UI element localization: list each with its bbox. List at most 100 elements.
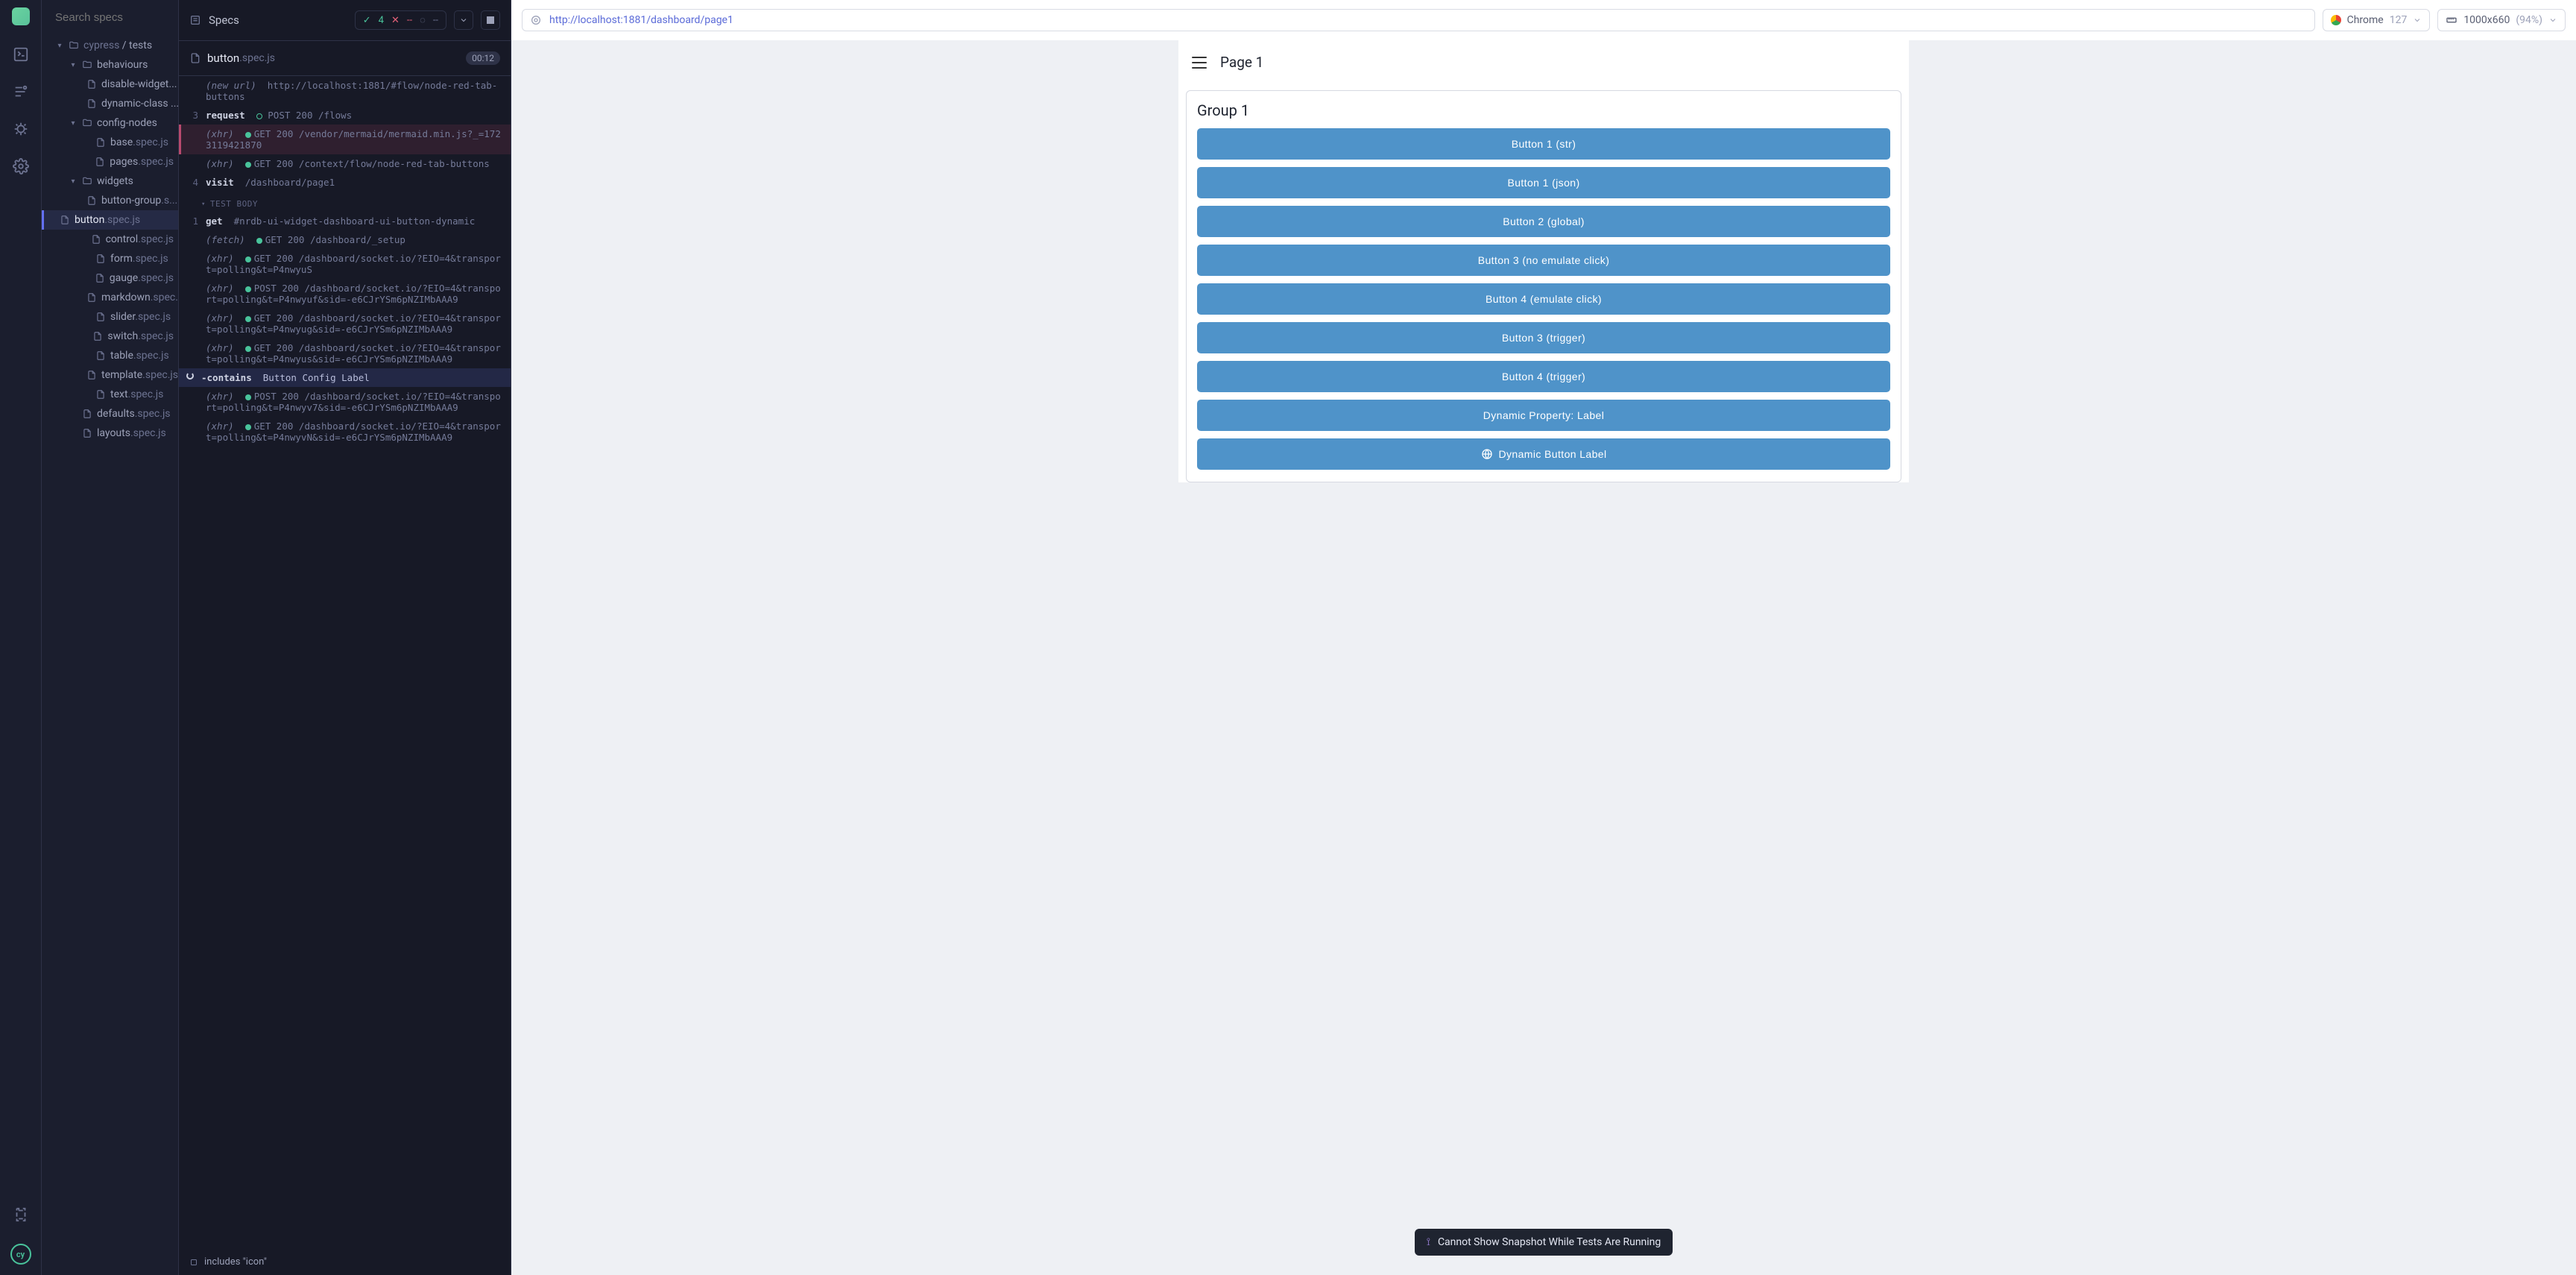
- tree-file[interactable]: gauge.spec.js: [42, 268, 178, 288]
- tree-root[interactable]: ▾ cypress / tests: [42, 36, 178, 55]
- spec-title-row[interactable]: button.spec.js 00:12: [179, 41, 511, 76]
- group-card: Group 1 Button 1 (str) Button 1 (json) But…: [1186, 90, 1901, 482]
- chevron-down-icon[interactable]: [454, 10, 473, 30]
- next-test-row[interactable]: includes "icon": [179, 1249, 511, 1275]
- tree-file[interactable]: template.spec.js: [42, 365, 178, 385]
- tree-file[interactable]: markdown.spec....: [42, 288, 178, 307]
- tree-file[interactable]: base.spec.js: [42, 133, 178, 152]
- dashboard-button[interactable]: Button 3 (no emulate click): [1197, 245, 1890, 276]
- check-icon: ✓: [363, 15, 371, 26]
- tree-file[interactable]: control.spec.js: [42, 230, 178, 249]
- log-row[interactable]: (xhr) POST 200 /dashboard/socket.io/?EIO…: [179, 387, 511, 417]
- tree-file[interactable]: text.spec.js: [42, 385, 178, 404]
- tree-file[interactable]: switch.spec.js: [42, 327, 178, 346]
- square-icon: [189, 1258, 198, 1267]
- tree-file[interactable]: defaults.spec.js: [42, 404, 178, 424]
- target-icon: [530, 14, 542, 26]
- app-frame: Page 1 Group 1 Button 1 (str) Button 1 (j…: [1178, 40, 1909, 482]
- log-row[interactable]: (xhr) GET 200 /context/flow/node-red-tab…: [179, 154, 511, 173]
- folder-icon: [82, 176, 92, 186]
- file-icon: [91, 234, 101, 245]
- file-icon: [95, 137, 106, 148]
- stop-button[interactable]: [481, 10, 500, 30]
- app-logo: [12, 7, 30, 25]
- x-icon: ✕: [391, 15, 400, 26]
- dashboard-button-dynamic[interactable]: Dynamic Button Label: [1197, 438, 1890, 470]
- page-title: Page 1: [1220, 54, 1263, 71]
- folder-icon: [82, 60, 92, 70]
- tree-folder[interactable]: ▾config-nodes: [42, 113, 178, 133]
- list-icon: [189, 14, 201, 26]
- dashboard-button[interactable]: Button 4 (trigger): [1197, 361, 1890, 392]
- runner-panel: Specs ✓4 ✕-- ◌-- button.spec.js 00:12 (n…: [179, 0, 511, 1275]
- section-label: ▾ TEST BODY: [179, 192, 511, 212]
- log-row[interactable]: (fetch) GET 200 /dashboard/_setup: [179, 230, 511, 249]
- tree-file[interactable]: disable-widget...: [42, 75, 178, 94]
- file-icon: [86, 79, 97, 89]
- file-icon: [82, 428, 92, 438]
- file-icon: [95, 350, 106, 361]
- settings-nav-icon[interactable]: [13, 158, 29, 174]
- tree-folder[interactable]: ▾behaviours: [42, 55, 178, 75]
- log-row[interactable]: (xhr) GET 200 /vendor/mermaid/mermaid.mi…: [179, 125, 511, 154]
- log-row[interactable]: (xhr) GET 200 /dashboard/socket.io/?EIO=…: [179, 309, 511, 339]
- dashboard-button[interactable]: Button 1 (str): [1197, 128, 1890, 160]
- tree-file[interactable]: pages.spec.js: [42, 152, 178, 171]
- tree-file[interactable]: form.spec.js: [42, 249, 178, 268]
- tree-file[interactable]: layouts.spec.js: [42, 424, 178, 443]
- command-log[interactable]: (new url) http://localhost:1881/#flow/no…: [179, 76, 511, 1249]
- folder-icon: [69, 40, 79, 51]
- debug-nav-icon[interactable]: [13, 121, 29, 137]
- keyboard-shortcuts-icon[interactable]: [13, 1206, 29, 1223]
- cypress-badge: cy: [10, 1244, 31, 1265]
- dashboard-button[interactable]: Button 1 (json): [1197, 167, 1890, 198]
- file-icon: [95, 312, 106, 322]
- log-row[interactable]: (xhr) GET 200 /dashboard/socket.io/?EIO=…: [179, 339, 511, 368]
- log-row[interactable]: (xhr) GET 200 /dashboard/socket.io/?EIO=…: [179, 249, 511, 279]
- log-row[interactable]: -contains Button Config Label: [179, 368, 511, 387]
- url-bar[interactable]: http://localhost:1881/dashboard/page1: [522, 9, 2315, 31]
- log-row[interactable]: (xhr) GET 200 /dashboard/socket.io/?EIO=…: [179, 417, 511, 447]
- stats-bar: ✓4 ✕-- ◌--: [355, 10, 446, 30]
- tree-file[interactable]: slider.spec.js: [42, 307, 178, 327]
- log-row[interactable]: 1get #nrdb-ui-widget-dashboard-ui-button…: [179, 212, 511, 230]
- chevron-down-icon: [2413, 16, 2422, 25]
- tree-file[interactable]: button.spec.js: [42, 210, 178, 230]
- globe-icon: [1481, 448, 1493, 460]
- specs-tree-panel: + ▾ cypress / tests ▾behavioursdisable-w…: [42, 0, 179, 1275]
- file-icon: [82, 409, 92, 419]
- pin-icon: ⟟: [1427, 1236, 1430, 1248]
- dashboard-button[interactable]: Dynamic Property: Label: [1197, 400, 1890, 431]
- runs-nav-icon[interactable]: [13, 84, 29, 100]
- chevron-down-icon: [2548, 16, 2557, 25]
- tree-file[interactable]: button-group.s...: [42, 191, 178, 210]
- file-icon: [95, 273, 105, 283]
- log-row[interactable]: 4visit /dashboard/page1: [179, 173, 511, 192]
- file-icon: [86, 195, 97, 206]
- tree-folder[interactable]: ▾widgets: [42, 171, 178, 191]
- dashboard-button[interactable]: Button 4 (emulate click): [1197, 283, 1890, 315]
- file-icon: [92, 331, 103, 341]
- circle-icon: ◌: [420, 14, 426, 26]
- dashboard-button[interactable]: Button 2 (global): [1197, 206, 1890, 237]
- tree-file[interactable]: table.spec.js: [42, 346, 178, 365]
- viewport-selector[interactable]: 1000x660 (94%): [2437, 9, 2566, 31]
- file-icon: [86, 292, 97, 303]
- preview-panel: http://localhost:1881/dashboard/page1 Ch…: [511, 0, 2576, 1275]
- snapshot-toast: ⟟ Cannot Show Snapshot While Tests Are R…: [1415, 1229, 1673, 1256]
- dashboard-button[interactable]: Button 3 (trigger): [1197, 322, 1890, 353]
- log-row[interactable]: (xhr) POST 200 /dashboard/socket.io/?EIO…: [179, 279, 511, 309]
- hamburger-icon[interactable]: [1192, 57, 1207, 69]
- specs-nav-icon[interactable]: [13, 46, 29, 63]
- tree-file[interactable]: dynamic-class ...: [42, 94, 178, 113]
- ruler-icon: [2446, 14, 2457, 26]
- runner-title: Specs: [209, 13, 239, 27]
- chrome-icon: [2331, 15, 2341, 25]
- log-row[interactable]: 3request POST 200 /flows: [179, 106, 511, 125]
- file-icon: [95, 389, 106, 400]
- browser-selector[interactable]: Chrome 127: [2323, 9, 2431, 31]
- elapsed-time: 00:12: [466, 51, 500, 65]
- log-row[interactable]: (new url) http://localhost:1881/#flow/no…: [179, 76, 511, 106]
- group-title: Group 1: [1197, 101, 1890, 119]
- file-icon: [60, 215, 70, 225]
